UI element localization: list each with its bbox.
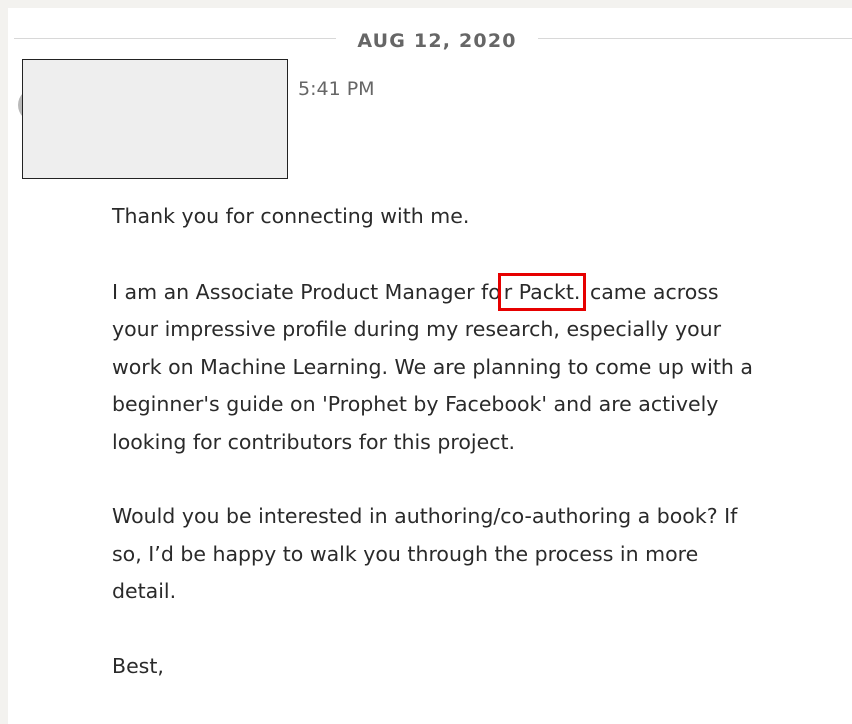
message-text: I am an Associate Product Manager fo [112, 279, 501, 304]
date-label: AUG 12, 2020 [357, 30, 517, 52]
redacted-sender-box [22, 59, 288, 179]
message-timestamp: 5:41 PM [298, 78, 375, 100]
message-paragraph-1: Thank you for connecting with me. [112, 204, 470, 228]
message-text: came across your impressive profile duri… [112, 279, 753, 454]
highlight-box: r Packt. [497, 272, 587, 311]
message-paragraph-3: Would you be interested in authoring/co-… [112, 504, 738, 603]
message-paragraph-2: I am an Associate Product Manager fo r Pa… [112, 272, 762, 462]
divider-line-left [14, 38, 336, 39]
divider-line-right [538, 38, 852, 39]
message-paragraph-4: Best, [112, 653, 164, 678]
conversation-panel: AUG 12, 2020 5:41 PM Thank you for conne… [8, 8, 852, 724]
message-body: Thank you for connecting with me. I am a… [112, 198, 762, 722]
